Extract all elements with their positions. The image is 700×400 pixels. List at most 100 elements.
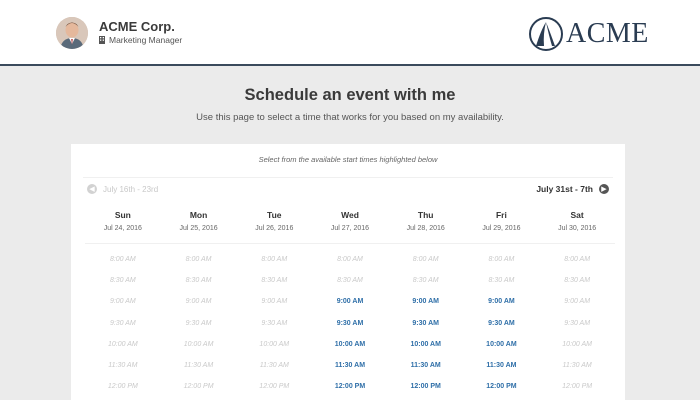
avatar-image <box>56 17 88 49</box>
day-column-mon: 8:00 AM 8:30 AM 9:00 AM 9:30 AM 10:00 AM 11:3… <box>161 254 237 400</box>
day-header-fri: Fri Jul 29, 2016 <box>464 210 540 232</box>
day-date: Jul 26, 2016 <box>255 225 294 232</box>
time-slot-unavailable: 8:30 AM <box>488 277 515 285</box>
day-header-row: Sun Jul 24, 2016 Mon Jul 25, 2016 Tue Jul 26,… <box>85 210 615 232</box>
building-icon <box>99 36 105 44</box>
time-slot-unavailable: 8:30 AM <box>412 277 439 285</box>
page-header: ACME Corp. Marketing Manager ACME <box>0 0 700 66</box>
time-slot-unavailable: 12:00 PM <box>562 383 593 391</box>
time-slot-available[interactable]: 11:30 AM <box>486 360 516 381</box>
time-slot-available[interactable]: 10:00 AM <box>335 339 365 360</box>
time-slot-unavailable: 10:00 AM <box>259 340 290 348</box>
time-slot-unavailable: 9:30 AM <box>564 319 591 327</box>
time-slot-available[interactable]: 9:30 AM <box>488 318 515 339</box>
avatar <box>56 17 88 49</box>
time-slot-available[interactable]: 12:00 PM <box>335 381 365 400</box>
day-header-wed: Wed Jul 27, 2016 <box>312 210 388 232</box>
time-slot-unavailable: 9:30 AM <box>185 319 212 327</box>
time-slot-unavailable: 8:30 AM <box>261 277 288 285</box>
day-date: Jul 28, 2016 <box>406 225 445 232</box>
time-slot-unavailable: 12:00 PM <box>183 383 214 391</box>
time-slot-unavailable: 8:00 AM <box>337 256 363 263</box>
time-slot-unavailable: 8:30 AM <box>185 277 212 285</box>
day-date: Jul 27, 2016 <box>330 225 370 232</box>
time-slot-unavailable: 9:00 AM <box>185 298 212 306</box>
time-slot-unavailable: 8:00 AM <box>185 256 212 263</box>
next-week-button[interactable]: July 31st - 7th ▶ <box>536 184 609 194</box>
time-slot-unavailable: 8:00 AM <box>488 256 515 263</box>
time-slot-unavailable: 11:30 AM <box>183 361 214 369</box>
time-slot-unavailable: 8:30 AM <box>337 277 363 285</box>
time-slot-unavailable: 11:30 AM <box>259 361 289 369</box>
time-slot-unavailable: 11:30 AM <box>562 361 592 369</box>
logo-text: ACME <box>566 18 649 49</box>
day-name: Wed <box>341 210 359 220</box>
time-slot-available[interactable]: 11:30 AM <box>411 360 441 381</box>
time-slot-unavailable: 9:30 AM <box>109 319 136 327</box>
time-slot-unavailable: 9:00 AM <box>109 298 136 306</box>
divider <box>83 177 613 178</box>
time-slot-available[interactable]: 9:00 AM <box>337 296 364 317</box>
time-slot-unavailable: 10:00 AM <box>183 340 214 348</box>
day-name: Tue <box>267 210 282 220</box>
time-slot-unavailable: 9:00 AM <box>261 298 288 306</box>
time-slot-unavailable: 8:00 AM <box>261 256 288 263</box>
day-name: Fri <box>495 210 507 220</box>
time-slot-unavailable: 10:00 AM <box>108 340 138 348</box>
day-header-mon: Mon Jul 25, 2016 <box>161 210 237 232</box>
time-slot-available[interactable]: 10:00 AM <box>410 339 440 360</box>
time-slot-grid: 8:00 AM 8:30 AM 9:00 AM 9:30 AM 10:00 AM 11:3… <box>85 254 615 400</box>
day-name: Mon <box>189 210 208 220</box>
prev-week-button[interactable]: ◀ July 16th - 23rd <box>87 184 158 194</box>
day-name: Sat <box>570 210 584 220</box>
time-slot-unavailable: 8:00 AM <box>412 256 439 263</box>
day-date: Jul 29, 2016 <box>482 225 521 232</box>
role-label: Marketing Manager <box>109 35 183 45</box>
time-slot-unavailable: 8:00 AM <box>109 256 136 263</box>
company-name: ACME Corp. <box>99 19 175 34</box>
scheduler-card: Select from the available start times hi… <box>71 144 625 400</box>
time-slot-available[interactable]: 9:00 AM <box>412 296 439 317</box>
day-date: Jul 25, 2016 <box>179 225 218 232</box>
divider <box>85 243 615 244</box>
time-slot-available[interactable]: 11:30 AM <box>335 360 365 381</box>
time-slot-available[interactable]: 9:00 AM <box>488 296 515 317</box>
time-slot-unavailable: 9:00 AM <box>564 298 591 306</box>
role-line: Marketing Manager <box>99 35 182 45</box>
day-column-fri: 8:00 AM 8:30 AM 9:00 AM 9:30 AM 10:00 AM 11:3… <box>464 254 540 400</box>
time-slot-unavailable: 10:00 AM <box>562 340 592 348</box>
arrow-right-icon: ▶ <box>599 184 609 194</box>
time-slot-unavailable: 9:30 AM <box>261 319 288 327</box>
day-header-sat: Sat Jul 30, 2016 <box>539 210 615 232</box>
company-logo: ACME <box>528 16 649 52</box>
day-name: Sun <box>114 210 131 220</box>
time-slot-unavailable: 8:30 AM <box>109 277 136 285</box>
next-week-label: July 31st - 7th <box>536 184 593 194</box>
day-column-wed: 8:00 AM 8:30 AM 9:00 AM 9:30 AM 10:00 AM 11:3… <box>312 254 388 400</box>
time-slot-available[interactable]: 10:00 AM <box>486 339 516 360</box>
day-column-sun: 8:00 AM 8:30 AM 9:00 AM 9:30 AM 10:00 AM 11:3… <box>85 254 161 400</box>
time-slot-unavailable: 12:00 PM <box>107 383 138 391</box>
day-header-tue: Tue Jul 26, 2016 <box>236 210 312 232</box>
page-title: Schedule an event with me <box>244 86 456 104</box>
time-slot-unavailable: 12:00 PM <box>259 383 290 391</box>
arrow-left-icon: ◀ <box>87 184 97 194</box>
day-column-tue: 8:00 AM 8:30 AM 9:00 AM 9:30 AM 10:00 AM 11:3… <box>236 254 312 400</box>
time-slot-unavailable: 11:30 AM <box>108 361 138 369</box>
time-slot-available[interactable]: 9:30 AM <box>412 318 439 339</box>
time-slot-available[interactable]: 12:00 PM <box>486 381 516 400</box>
prev-week-label: July 16th - 23rd <box>103 184 159 194</box>
day-column-thu: 8:00 AM 8:30 AM 9:00 AM 9:30 AM 10:00 AM 11:3… <box>388 254 464 400</box>
page-subtitle: Use this page to select a time that work… <box>196 112 504 123</box>
day-date: Jul 30, 2016 <box>558 225 597 232</box>
time-slot-unavailable: 8:00 AM <box>564 256 591 263</box>
time-slot-unavailable: 8:30 AM <box>564 277 591 285</box>
time-slot-available[interactable]: 12:00 PM <box>411 381 441 400</box>
day-column-sat: 8:00 AM 8:30 AM 9:00 AM 9:30 AM 10:00 AM 11:3… <box>539 254 615 400</box>
logo-mark-icon <box>529 17 563 51</box>
time-slot-available[interactable]: 9:30 AM <box>337 318 364 339</box>
selection-hint: Select from the available start times hi… <box>258 155 438 164</box>
day-header-sun: Sun Jul 24, 2016 <box>85 210 161 232</box>
day-name: Thu <box>417 210 434 220</box>
day-header-thu: Thu Jul 28, 2016 <box>388 210 464 232</box>
